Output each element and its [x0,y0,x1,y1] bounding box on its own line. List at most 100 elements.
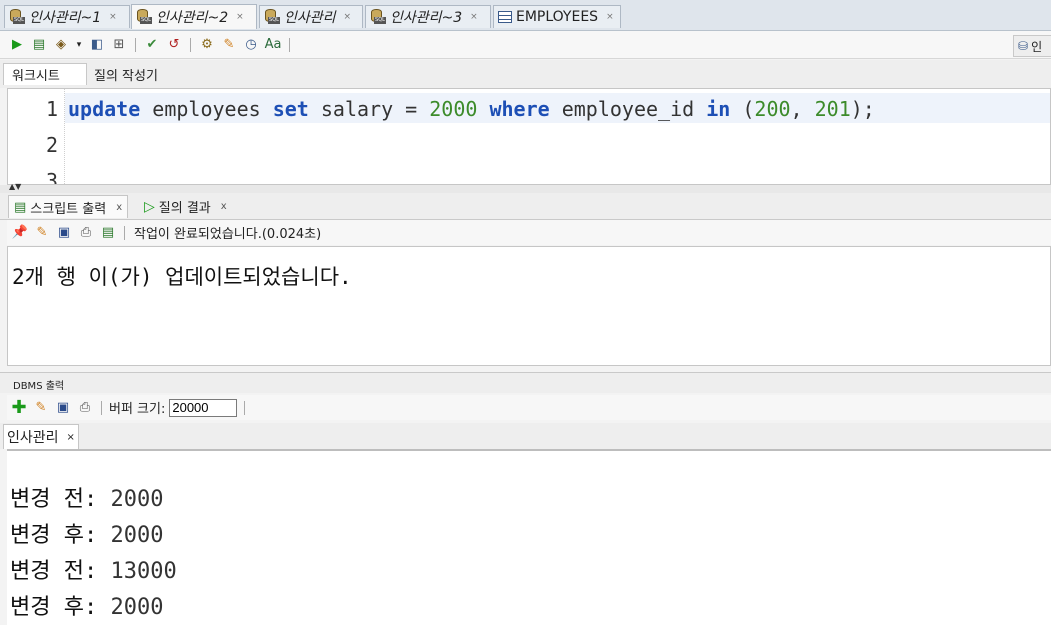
close-icon[interactable]: × [344,12,352,22]
close-icon[interactable]: x [116,202,122,213]
clear-icon[interactable]: ✎ [33,224,51,242]
script-output-icon: ▤ [14,199,27,215]
line-number: 1 [45,97,58,121]
dbms-output-line: 변경 전: 2000 [10,481,163,513]
doc-tab-3[interactable]: SQL 인사관리 × [259,5,363,28]
dbms-connection-tab-bar: 인사관리 × [0,423,1051,449]
database-icon: ⛁ [1018,39,1029,53]
toolbar-separator [190,37,191,52]
unshared-sql-icon[interactable]: ⚙ [198,36,216,54]
line-label: 변경 전: [10,559,98,584]
script-output-icon[interactable]: ▤ [99,224,117,242]
rollback-icon[interactable]: ↺ [165,36,183,54]
line-number: 2 [45,133,58,157]
tab-worksheet[interactable]: 워크시트 [3,63,87,85]
line-value: 2000 [110,487,164,512]
format-icon[interactable]: Aa [264,36,282,54]
line-value: 2000 [110,523,164,548]
tab-label: 질의 결과 [158,201,211,216]
keyword-token: where [489,97,550,121]
line-number: 3 [45,169,58,185]
sql-worksheet-icon: SQL [264,9,280,25]
connection-selector[interactable]: ⛁ 인 [1013,35,1051,57]
code-token: employees [140,97,273,121]
doc-tab-label: 인사관리~1 [29,10,102,26]
tab-label: 스크립트 출력 [30,201,107,217]
line-value: 13000 [110,559,177,584]
explain-plan-icon[interactable]: ◧ [88,36,106,54]
commit-icon[interactable]: ✔ [143,36,161,54]
sql-worksheet-icon: SQL [370,9,386,25]
buffer-size-label: 버퍼 크기: [109,402,166,417]
tab-query-builder[interactable]: 질의 작성기 [86,63,166,85]
close-icon[interactable]: x [221,201,227,212]
autotrace-icon[interactable]: ◈ [52,36,70,54]
status-text: 작업이 완료되었습니다.(0.024초) [134,227,322,242]
keyword-token: in [706,97,731,121]
doc-tab-label: 인사관리~2 [156,10,229,26]
save-icon[interactable]: ▣ [55,224,73,242]
tab-connection[interactable]: 인사관리 × [3,424,79,449]
dbms-output-header: DBMS 출력 [0,372,1051,393]
clear-icon[interactable]: ✎ [220,36,238,54]
add-icon[interactable]: ✚ [10,397,28,418]
code-token: ); [850,97,875,121]
clear-icon[interactable]: ✎ [32,399,50,417]
close-icon[interactable]: × [109,12,117,22]
doc-tab-4[interactable]: SQL 인사관리~3 × [365,5,491,28]
script-output-message: 2개 행 이(가) 업데이트되었습니다. [12,265,352,289]
doc-tab-2[interactable]: SQL 인사관리~2 × [131,4,257,29]
worksheet-tab-bar: 워크시트 질의 작성기 [0,60,1051,88]
doc-tab-1[interactable]: SQL 인사관리~1 × [4,5,130,28]
buffer-size-input[interactable] [169,398,238,417]
chevron-down-icon[interactable]: ▾ [74,36,84,54]
pin-icon[interactable]: 📌 [11,224,29,242]
dbms-output-line: 변경 후: 2000 [10,589,163,621]
toolbar-separator [244,400,246,415]
sql-editor[interactable]: 1 2 3 update employees set salary = 2000… [7,88,1051,185]
keyword-token: update [68,97,141,121]
print-icon[interactable]: ⎙ [77,224,95,242]
connection-label: 인 [1031,39,1043,54]
tab-query-result[interactable]: ▷ 질의 결과 x [139,195,232,218]
code-token: salary = [308,97,430,121]
close-icon[interactable]: × [67,432,75,443]
doc-tab-label: EMPLOYEES [516,9,599,25]
line-label: 변경 후: [10,595,98,620]
number-token: 200 [754,97,791,121]
close-icon[interactable]: × [236,12,244,22]
line-number-gutter: 1 2 3 [8,89,65,184]
dbms-output-line: 변경 전: 13000 [10,553,177,585]
sql-history-icon[interactable]: ◷ [242,36,260,54]
worksheet-toolbar: ▶ ▤ ◈ ▾ ◧ ⊞ ✔ ↺ ⚙ ✎ ◷ Aa ⛁ 인 [0,31,1051,59]
number-token: 2000 [429,97,478,121]
line-value: 2000 [110,595,164,620]
output-tab-bar: ▤ 스크립트 출력 x ▷ 질의 결과 x [0,193,1051,220]
print-icon[interactable]: ⎙ [76,399,94,417]
panel-splitter[interactable]: ▲▼ [0,182,1051,193]
line-label: 변경 전: [10,487,98,512]
close-icon[interactable]: × [470,12,478,22]
code-token: ( [730,97,755,121]
run-icon: ▷ [144,198,155,215]
sql-tuning-icon[interactable]: ⊞ [110,36,128,54]
close-icon[interactable]: × [606,12,614,22]
run-script-icon[interactable]: ▤ [30,36,48,54]
dbms-output-line: 변경 후: 2000 [10,517,163,549]
code-token: , [790,97,815,121]
collapse-arrows-icon[interactable]: ▲▼ [9,182,21,191]
tab-label: 인사관리 [7,430,59,446]
tab-script-output[interactable]: ▤ 스크립트 출력 x [8,195,129,218]
toolbar-separator [289,37,290,52]
save-icon[interactable]: ▣ [54,399,72,417]
dbms-output-title: DBMS 출력 [13,381,65,392]
code-token: employee_id [549,97,707,121]
code-line-1[interactable]: update employees set salary = 2000 where… [68,97,875,121]
doc-tab-5[interactable]: EMPLOYEES × [493,5,621,28]
script-output-toolbar: 📌 ✎ ▣ ⎙ ▤ 작업이 완료되었습니다.(0.024초) [7,220,1051,245]
toolbar-separator [135,37,136,52]
toolbar-separator [101,400,102,415]
run-icon[interactable]: ▶ [8,36,26,54]
doc-tab-label: 인사관리 [284,10,336,26]
